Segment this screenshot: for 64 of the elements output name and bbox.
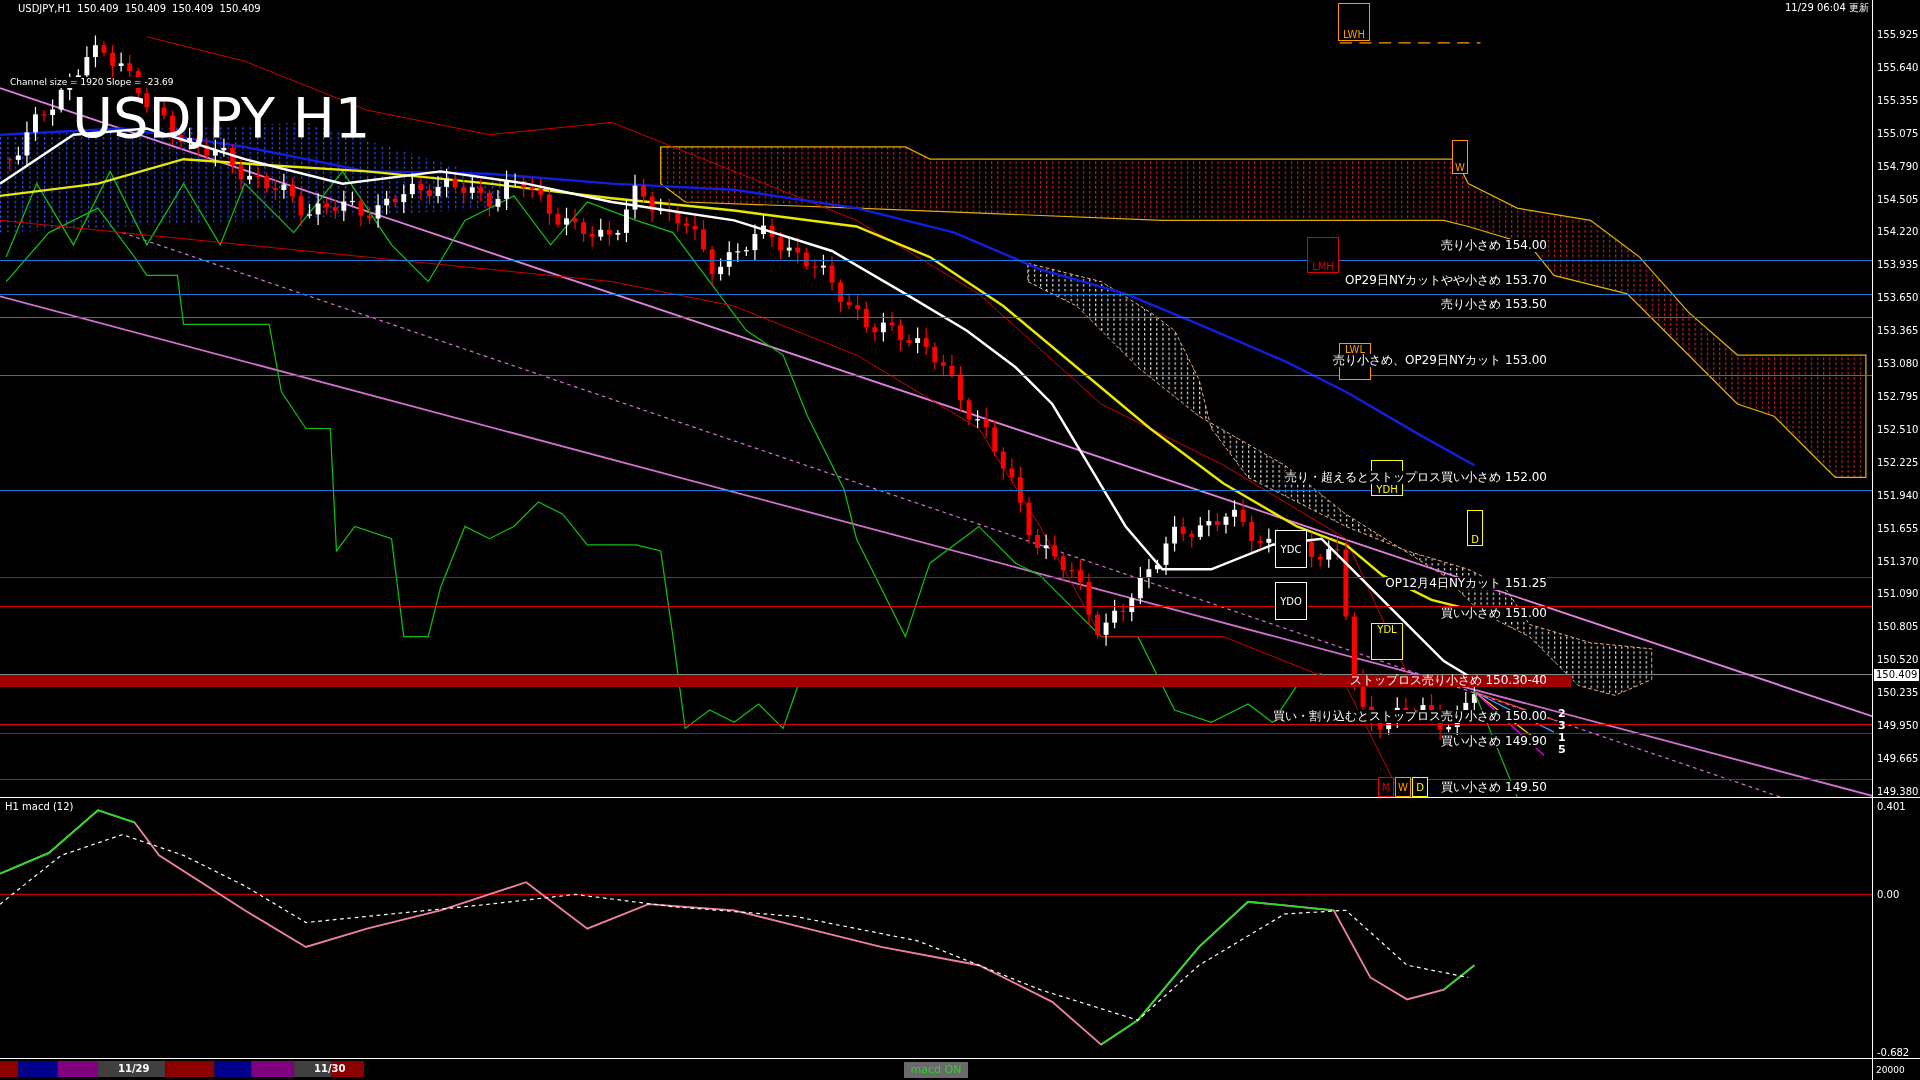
level-annotation: OP29日NYカットやや小さめ 153.70: [1344, 274, 1547, 287]
level-annotation: 買い・割り込むとストップロス売り小さめ 150.00: [1273, 710, 1547, 723]
projection-label: 1: [1558, 732, 1566, 743]
level-marker: LWH: [1338, 3, 1370, 41]
level-marker: LMH: [1307, 237, 1339, 273]
ohlc-value: 150.409: [124, 3, 166, 15]
channel-info: Channel size = 1920 Slope = -23.69: [10, 77, 174, 88]
price-tick-label: 154.505: [1877, 194, 1920, 205]
macd-tick-label: -0.682: [1877, 1048, 1910, 1058]
price-tick-label: 149.950: [1877, 721, 1920, 732]
price-tick-label: 154.220: [1877, 227, 1920, 238]
price-tick-label: 155.075: [1877, 128, 1920, 139]
price-tick-label: 151.940: [1877, 490, 1920, 501]
current-price-label: 150.409: [1874, 669, 1920, 681]
level-annotation: 買い小さめ 149.50: [1441, 781, 1547, 794]
price-tick-label: 153.080: [1877, 359, 1920, 370]
level-marker: W: [1452, 140, 1468, 174]
price-tick-label: 150.520: [1877, 655, 1920, 666]
price-tick-label: 151.090: [1877, 589, 1920, 600]
level-marker: D: [1412, 777, 1428, 797]
symbol-label: USDJPY,H1: [18, 3, 72, 15]
volume-axis-label: 20000: [1875, 1064, 1905, 1075]
price-tick-label: 153.935: [1877, 260, 1920, 271]
price-tick-label: 152.795: [1877, 391, 1920, 402]
level-annotation: 売り小さめ 153.50: [1441, 298, 1547, 311]
level-marker: YDL: [1371, 623, 1403, 660]
level-annotation: 売り小さめ 154.00: [1441, 239, 1547, 252]
date-label: 11/29: [118, 1062, 150, 1076]
macd-toggle-button[interactable]: macd ON: [904, 1062, 968, 1078]
price-tick-label: 150.805: [1877, 622, 1920, 633]
price-tick-label: 151.370: [1877, 556, 1920, 567]
date-label: 11/30: [314, 1062, 346, 1076]
ohlc-value: 150.409: [77, 3, 119, 15]
level-annotation: OP12月4日NYカット 151.25: [1385, 577, 1547, 590]
level-marker: M: [1378, 777, 1394, 797]
price-tick-label: 153.650: [1877, 293, 1920, 304]
price-tick-label: 151.655: [1877, 523, 1920, 534]
ohlc-value: 150.409: [219, 3, 261, 15]
macd-rising-line: [1442, 964, 1476, 991]
ohlc-value: 150.409: [172, 3, 214, 15]
price-tick-label: 149.665: [1877, 753, 1920, 764]
level-marker: W: [1395, 777, 1411, 797]
update-time: 11/29 06:04 更新: [1785, 2, 1869, 14]
price-tick-label: 154.790: [1877, 161, 1920, 172]
level-marker: D: [1467, 510, 1483, 546]
price-tick-label: 153.365: [1877, 326, 1920, 337]
level-annotation: ストップロス売り小さめ 150.30-40: [1349, 674, 1547, 687]
level-annotation: 売り小さめ、OP29日NYカット 153.00: [1332, 354, 1547, 367]
price-tick-label: 152.225: [1877, 457, 1920, 468]
price-tick-label: 155.925: [1877, 30, 1920, 40]
projection-label: 5: [1558, 744, 1566, 755]
price-tick-label: 149.380: [1877, 786, 1920, 797]
level-annotation: 買い小さめ 151.00: [1441, 607, 1547, 620]
price-tick-label: 152.510: [1877, 424, 1920, 435]
price-tick-label: 155.640: [1877, 62, 1920, 73]
macd-tick-label: 0.401: [1877, 802, 1906, 812]
price-tick-label: 150.235: [1877, 688, 1920, 699]
level-marker: YDC: [1275, 530, 1307, 568]
price-tick-label: 155.355: [1877, 95, 1920, 106]
macd-title: H1 macd (12): [5, 801, 74, 813]
level-marker: YDO: [1275, 582, 1307, 620]
level-annotation: 売り・超えるとストップロス買い小さめ 152.00: [1285, 471, 1547, 484]
level-annotation: 買い小さめ 149.90: [1441, 735, 1547, 748]
macd-tick-label: 0.00: [1877, 890, 1900, 900]
